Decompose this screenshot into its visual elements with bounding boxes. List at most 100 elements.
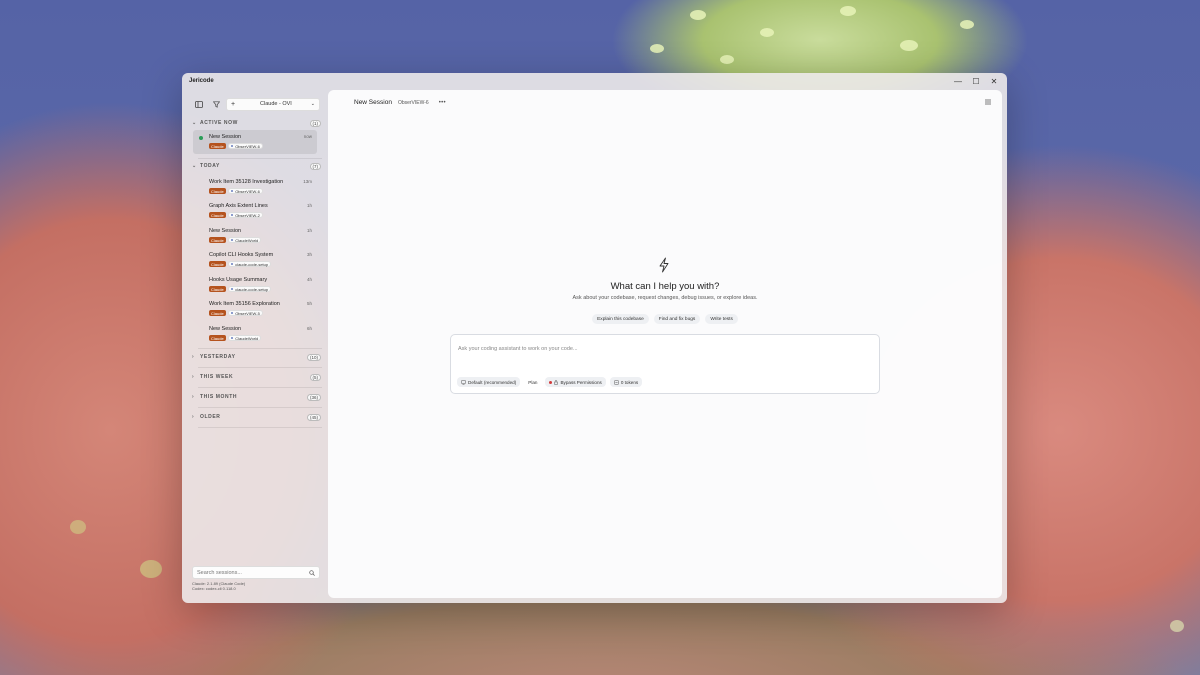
prompt-input[interactable]: Ask your coding assistant to work on you… <box>458 346 578 352</box>
session-title: New Session <box>209 326 242 332</box>
token-counter: 0 tokens <box>609 377 643 387</box>
sidebar-footer: Search sessions... Claude: 2.1.89 (Claud… <box>192 566 320 591</box>
version-line: Codex: codex-cli 0.118.0 <box>192 586 236 591</box>
count-badge: (1) <box>309 119 321 127</box>
agent-tag: Claude <box>209 188 226 194</box>
plan-mode-toggle[interactable]: Plan <box>524 377 541 387</box>
section-active-now[interactable]: ⌄ ACTIVE NOW (1) <box>192 117 321 129</box>
project-dot-icon <box>230 287 234 291</box>
sidebar-toolbar: + Claude - OVI ⌄ <box>192 97 320 111</box>
bypass-permissions-toggle[interactable]: Bypass Permissions <box>545 377 606 387</box>
maximize-button[interactable]: ☐ <box>967 73 985 89</box>
composer-toolbar: Default (recommended) Plan Bypass Permis… <box>457 377 643 387</box>
session-item[interactable]: New Session now Claude ObserVIEW-6 <box>193 130 317 154</box>
session-tags: Claude ClaudeWorld <box>209 237 262 243</box>
session-header: New Session ObserVIEW-6 ••• <box>328 90 1002 115</box>
divider <box>198 367 322 368</box>
project-dot-icon <box>230 144 234 148</box>
session-time: now <box>303 134 312 139</box>
suggestion-write-tests[interactable]: Write tests <box>705 314 738 324</box>
project-tag: ObserVIEW-5 <box>227 310 263 316</box>
chevron-right-icon: › <box>192 374 195 380</box>
model-selector[interactable]: Default (recommended) <box>457 377 521 387</box>
lightning-bolt-icon <box>659 257 669 273</box>
section-older[interactable]: › OLDER (45) <box>192 411 321 423</box>
welcome-title: What can I help you with? <box>610 281 720 292</box>
session-item[interactable]: Copilot CLI Hooks System 3h Claude claud… <box>193 248 317 272</box>
suggestion-chips: Explain this codebase Find and fix bugs … <box>328 314 1002 324</box>
session-tags: Claude ObserVIEW-6 <box>209 143 263 149</box>
menu-icon[interactable] <box>984 98 992 106</box>
divider <box>198 348 322 349</box>
title-bar[interactable]: Jericode <box>182 73 1007 89</box>
welcome-subtitle: Ask about your codebase, request changes… <box>572 295 758 301</box>
session-time: 13m <box>303 179 312 184</box>
project-tag-label: ObserVIEW-5 <box>235 310 260 316</box>
divider <box>198 387 322 388</box>
model-select-label: Claude - OVI <box>260 101 292 107</box>
session-item[interactable]: Work Item 35156 Exploration 5h Claude Ob… <box>193 297 317 321</box>
more-options-icon[interactable]: ••• <box>439 100 446 106</box>
session-item[interactable]: Hooks Usage Summary 4h Claude claude-cod… <box>193 273 317 297</box>
session-time: 3h <box>306 252 312 257</box>
session-title: Graph Axis Extent Lines <box>209 203 268 209</box>
search-input[interactable]: Search sessions... <box>192 566 320 579</box>
project-tag: ObserVIEW-2 <box>227 212 263 218</box>
session-title[interactable]: New Session <box>354 99 392 106</box>
session-project: ObserVIEW-6 <box>397 99 429 106</box>
agent-tag: Claude <box>209 286 226 292</box>
section-label: THIS MONTH <box>200 394 238 400</box>
agent-tag: Claude <box>209 335 226 341</box>
section-today[interactable]: ⌄ TODAY (7) <box>192 160 321 172</box>
prompt-composer[interactable]: Ask your coding assistant to work on you… <box>450 334 880 394</box>
section-yesterday[interactable]: › YESTERDAY (10) <box>192 351 321 363</box>
new-session-plus-icon[interactable]: + <box>231 101 235 108</box>
count-badge: (5) <box>309 373 321 381</box>
agent-tag: Claude <box>209 143 226 149</box>
project-tag-label: claude-code-setup <box>235 286 269 292</box>
token-icon <box>614 379 619 385</box>
section-this-month[interactable]: › THIS MONTH (36) <box>192 391 321 403</box>
session-title: Hooks Usage Summary <box>209 277 268 283</box>
sidebar-toggle-icon[interactable] <box>192 97 206 111</box>
suggestion-find-fix-bugs[interactable]: Find and fix bugs <box>653 314 701 324</box>
session-title: New Session <box>209 134 242 140</box>
session-item[interactable]: Work Item 35128 Investigation 13m Claude… <box>193 175 317 199</box>
chevron-right-icon: › <box>192 414 195 420</box>
filter-icon[interactable] <box>209 97 223 111</box>
project-tag-label: ObserVIEW-6 <box>235 143 260 149</box>
project-tag: ClaudeWorld <box>227 335 262 341</box>
session-tags: Claude ObserVIEW-2 <box>209 212 263 218</box>
project-tag-label: ClaudeWorld <box>235 335 259 341</box>
project-tag-label: ObserVIEW-6 <box>235 188 260 194</box>
project-dot-icon <box>230 262 234 266</box>
session-time: 1h <box>306 228 312 233</box>
main-panel: New Session ObserVIEW-6 ••• What can I h… <box>328 90 1002 598</box>
chevron-right-icon: › <box>192 354 195 360</box>
close-button[interactable]: ✕ <box>985 73 1003 89</box>
project-tag-label: ClaudeWorld <box>235 237 259 243</box>
project-tag: ObserVIEW-6 <box>227 188 263 194</box>
minimize-button[interactable]: — <box>949 73 967 89</box>
sidebar: + Claude - OVI ⌄ ⌄ ACTIVE NOW (1) New Se… <box>188 90 324 598</box>
search-icon[interactable] <box>309 569 315 576</box>
chevron-down-icon: ⌄ <box>192 120 197 126</box>
project-tag: ClaudeWorld <box>227 237 262 243</box>
section-label: TODAY <box>200 163 220 169</box>
monitor-icon <box>461 379 466 385</box>
session-item[interactable]: Graph Axis Extent Lines 1h Claude ObserV… <box>193 199 317 223</box>
suggestion-explain-codebase[interactable]: Explain this codebase <box>592 314 649 324</box>
session-tags: Claude claude-code-setup <box>209 286 272 292</box>
session-item[interactable]: New Session 1h Claude ClaudeWorld <box>193 224 317 248</box>
model-select[interactable]: + Claude - OVI ⌄ <box>226 97 320 111</box>
session-item[interactable]: New Session 6h Claude ClaudeWorld <box>193 322 317 346</box>
session-tags: Claude ObserVIEW-5 <box>209 310 263 316</box>
search-placeholder: Search sessions... <box>197 569 242 576</box>
section-this-week[interactable]: › THIS WEEK (5) <box>192 371 321 383</box>
lock-icon <box>554 379 559 385</box>
project-tag-label: claude-code-setup <box>235 261 269 267</box>
chevron-down-icon: ⌄ <box>192 163 197 169</box>
project-tag: claude-code-setup <box>227 286 272 292</box>
project-tag-label: ObserVIEW-2 <box>235 212 260 218</box>
window-controls: — ☐ ✕ <box>949 73 1003 89</box>
